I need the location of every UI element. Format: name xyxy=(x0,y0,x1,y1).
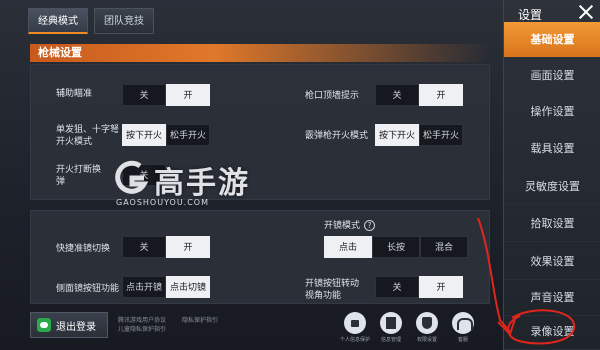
sidebar-item-pickup[interactable]: 拾取设置 xyxy=(504,206,600,242)
scope-mode-text: 开镜模式 xyxy=(324,221,361,231)
watermark-logo xyxy=(115,160,149,194)
privacy-protection-label: 个人信息保护 xyxy=(340,337,371,343)
help-icon[interactable]: ? xyxy=(364,220,376,231)
scope-mode-label: 开镜模式? xyxy=(324,220,376,232)
single-fire-mode-label: 单发狙、十字弩开火模式 xyxy=(56,125,120,147)
tab-classic-mode[interactable]: 经典模式 xyxy=(28,8,88,34)
burst-fire-press[interactable]: 按下开火 xyxy=(375,124,419,146)
scope-turn-view-toggle: 关 开 xyxy=(375,276,463,298)
muzzle-hint-label: 枪口顶墙提示 xyxy=(305,91,360,101)
wechat-icon xyxy=(37,318,51,332)
side-scope-switch[interactable]: 点击切镜 xyxy=(166,276,210,298)
sidebar-title: 设置 xyxy=(518,8,543,22)
sidebar-item-effects[interactable]: 效果设置 xyxy=(504,244,600,280)
sidebar-item-audio[interactable]: 声音设置 xyxy=(504,280,600,316)
scope-mode-mixed[interactable]: 混合 xyxy=(420,236,468,258)
burst-fire-mode-label: 霰弹枪开火模式 xyxy=(305,131,369,141)
sidebar-item-replay[interactable]: 录像设置 xyxy=(504,314,600,350)
side-scope-open[interactable]: 点击开镜 xyxy=(122,276,166,298)
shield-icon xyxy=(416,312,438,334)
lock-icon xyxy=(344,312,366,334)
side-scope-button-label: 侧面镜按钮功能 xyxy=(56,284,120,294)
scope-mode-toggle: 点击 长按 混合 xyxy=(324,236,468,258)
single-fire-mode-toggle: 按下开火 松手开火 xyxy=(122,124,210,146)
scope-turn-view-label: 开镜按钮转动视角功能 xyxy=(305,279,360,301)
single-fire-press[interactable]: 按下开火 xyxy=(122,124,166,146)
watermark-text: 高手游 xyxy=(154,166,250,201)
watermark: 高手游 GAOSHOUYOU.COM xyxy=(110,158,270,208)
customer-service-label: 客服 xyxy=(457,337,468,343)
aim-assist-toggle: 关 开 xyxy=(122,84,210,106)
side-scope-button-toggle: 点击开镜 点击切镜 xyxy=(122,276,210,298)
legal-links: 腾讯游戏用户协议 隐私保护指引 儿童隐私保护指引 xyxy=(118,316,232,334)
bottom-icon-bar: 个人信息保护 信息管理 权限设置 客服 xyxy=(340,312,478,343)
settings-sidebar: 设置 基础设置 画面设置 操作设置 载具设置 灵敏度设置 拾取设置 效果设置 声… xyxy=(503,0,600,350)
sidebar-item-sensitivity[interactable]: 灵敏度设置 xyxy=(504,169,600,205)
watermark-subtext: GAOSHOUYOU.COM xyxy=(116,198,210,207)
burst-fire-release[interactable]: 松手开火 xyxy=(419,124,463,146)
logout-button[interactable]: 退出登录 xyxy=(30,312,108,338)
aim-assist-on[interactable]: 开 xyxy=(166,84,210,106)
sidebar-item-graphics[interactable]: 画面设置 xyxy=(504,58,600,94)
privacy-protection-button[interactable]: 个人信息保护 xyxy=(340,312,370,343)
info-management-button[interactable]: 信息管理 xyxy=(376,312,406,343)
aim-assist-off[interactable]: 关 xyxy=(122,84,166,106)
scope-turn-view-off[interactable]: 关 xyxy=(375,276,419,298)
quick-scope-switch-off[interactable]: 关 xyxy=(122,236,166,258)
section-title: 枪械设置 xyxy=(30,44,490,62)
burst-fire-mode-toggle: 按下开火 松手开火 xyxy=(375,124,463,146)
child-privacy-link[interactable]: 儿童隐私保护指引 xyxy=(118,326,166,333)
fire-interrupt-reload-label: 开火打断换弹 xyxy=(56,165,102,187)
sidebar-item-basic[interactable]: 基础设置 xyxy=(504,22,600,58)
quick-scope-switch-label: 快捷准镜切换 xyxy=(56,244,111,254)
privacy-guide-link[interactable]: 隐私保护指引 xyxy=(182,317,218,324)
quick-scope-switch-toggle: 关 开 xyxy=(122,236,210,258)
scope-turn-view-on[interactable]: 开 xyxy=(419,276,463,298)
quick-scope-switch-on[interactable]: 开 xyxy=(166,236,210,258)
close-icon[interactable] xyxy=(576,2,596,22)
sidebar-item-vehicle[interactable]: 载具设置 xyxy=(504,131,600,167)
scope-mode-tap[interactable]: 点击 xyxy=(324,236,372,258)
info-management-label: 信息管理 xyxy=(380,337,401,343)
muzzle-hint-on[interactable]: 开 xyxy=(419,84,463,106)
headset-icon xyxy=(452,312,474,334)
info-icon xyxy=(380,312,402,334)
permission-settings-button[interactable]: 权限设置 xyxy=(412,312,442,343)
sidebar-item-controls[interactable]: 操作设置 xyxy=(504,94,600,130)
mode-tabs: 经典模式 团队竞技 xyxy=(28,8,154,34)
permission-settings-label: 权限设置 xyxy=(416,337,437,343)
settings-screen: 经典模式 团队竞技 枪械设置 辅助瞄准 关 开 枪口顶墙提示 关 开 单发狙、十… xyxy=(0,0,600,350)
user-agreement-link[interactable]: 腾讯游戏用户协议 xyxy=(118,317,166,324)
scope-mode-hold[interactable]: 长按 xyxy=(372,236,420,258)
tab-team-deathmatch[interactable]: 团队竞技 xyxy=(94,8,154,34)
aim-assist-label: 辅助瞄准 xyxy=(56,89,93,99)
logout-label: 退出登录 xyxy=(56,321,96,333)
single-fire-release[interactable]: 松手开火 xyxy=(166,124,210,146)
muzzle-hint-toggle: 关 开 xyxy=(375,84,463,106)
customer-service-button[interactable]: 客服 xyxy=(448,312,478,343)
muzzle-hint-off[interactable]: 关 xyxy=(375,84,419,106)
